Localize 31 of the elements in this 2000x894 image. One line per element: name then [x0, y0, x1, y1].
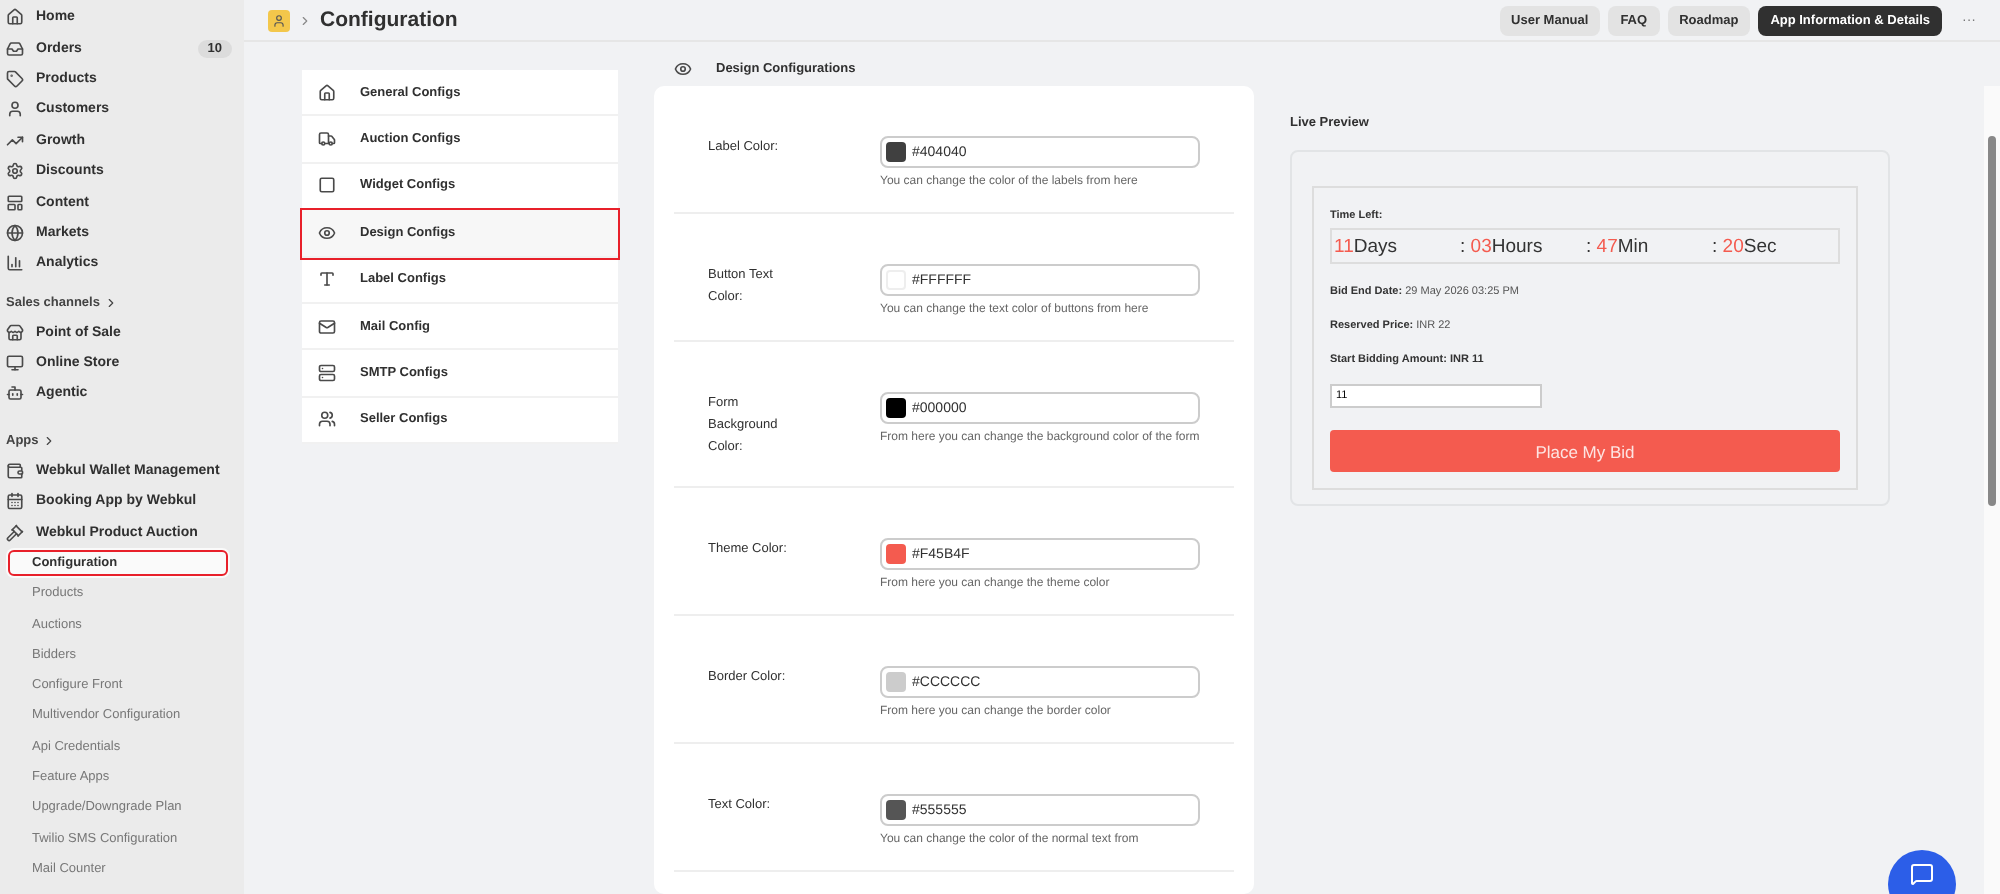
server-icon — [318, 364, 336, 383]
tag-icon — [6, 69, 24, 88]
calendar-icon — [6, 492, 24, 511]
bot-icon — [6, 384, 24, 403]
bar-chart-icon — [6, 254, 24, 273]
globe-icon — [6, 223, 24, 242]
app-icon — [268, 9, 290, 31]
wallet-icon — [6, 461, 24, 480]
layout-icon — [6, 193, 24, 212]
mail-icon — [318, 317, 336, 336]
home-icon — [318, 83, 336, 102]
countdown-timer: 11Days : 03Hours : 47Min : 20Sec — [1330, 228, 1840, 264]
home-icon — [6, 8, 24, 27]
chat-icon — [1910, 862, 1934, 886]
gear-icon — [6, 162, 24, 181]
store-icon — [6, 323, 24, 342]
person-icon — [6, 100, 24, 119]
text-icon — [318, 270, 336, 289]
scrollbar[interactable] — [1984, 86, 2000, 894]
monitor-icon — [6, 354, 24, 373]
people-icon — [318, 410, 336, 429]
gavel-icon — [6, 523, 24, 542]
square-icon — [318, 176, 336, 195]
chevron-icon — [42, 433, 57, 448]
trend-icon — [6, 131, 24, 150]
chevron-icon — [298, 13, 312, 27]
chevron-icon — [103, 295, 118, 310]
page-title: Configuration — [320, 8, 460, 32]
eye-icon — [674, 59, 692, 77]
inbox-icon — [6, 39, 24, 58]
eye-icon — [318, 223, 336, 242]
